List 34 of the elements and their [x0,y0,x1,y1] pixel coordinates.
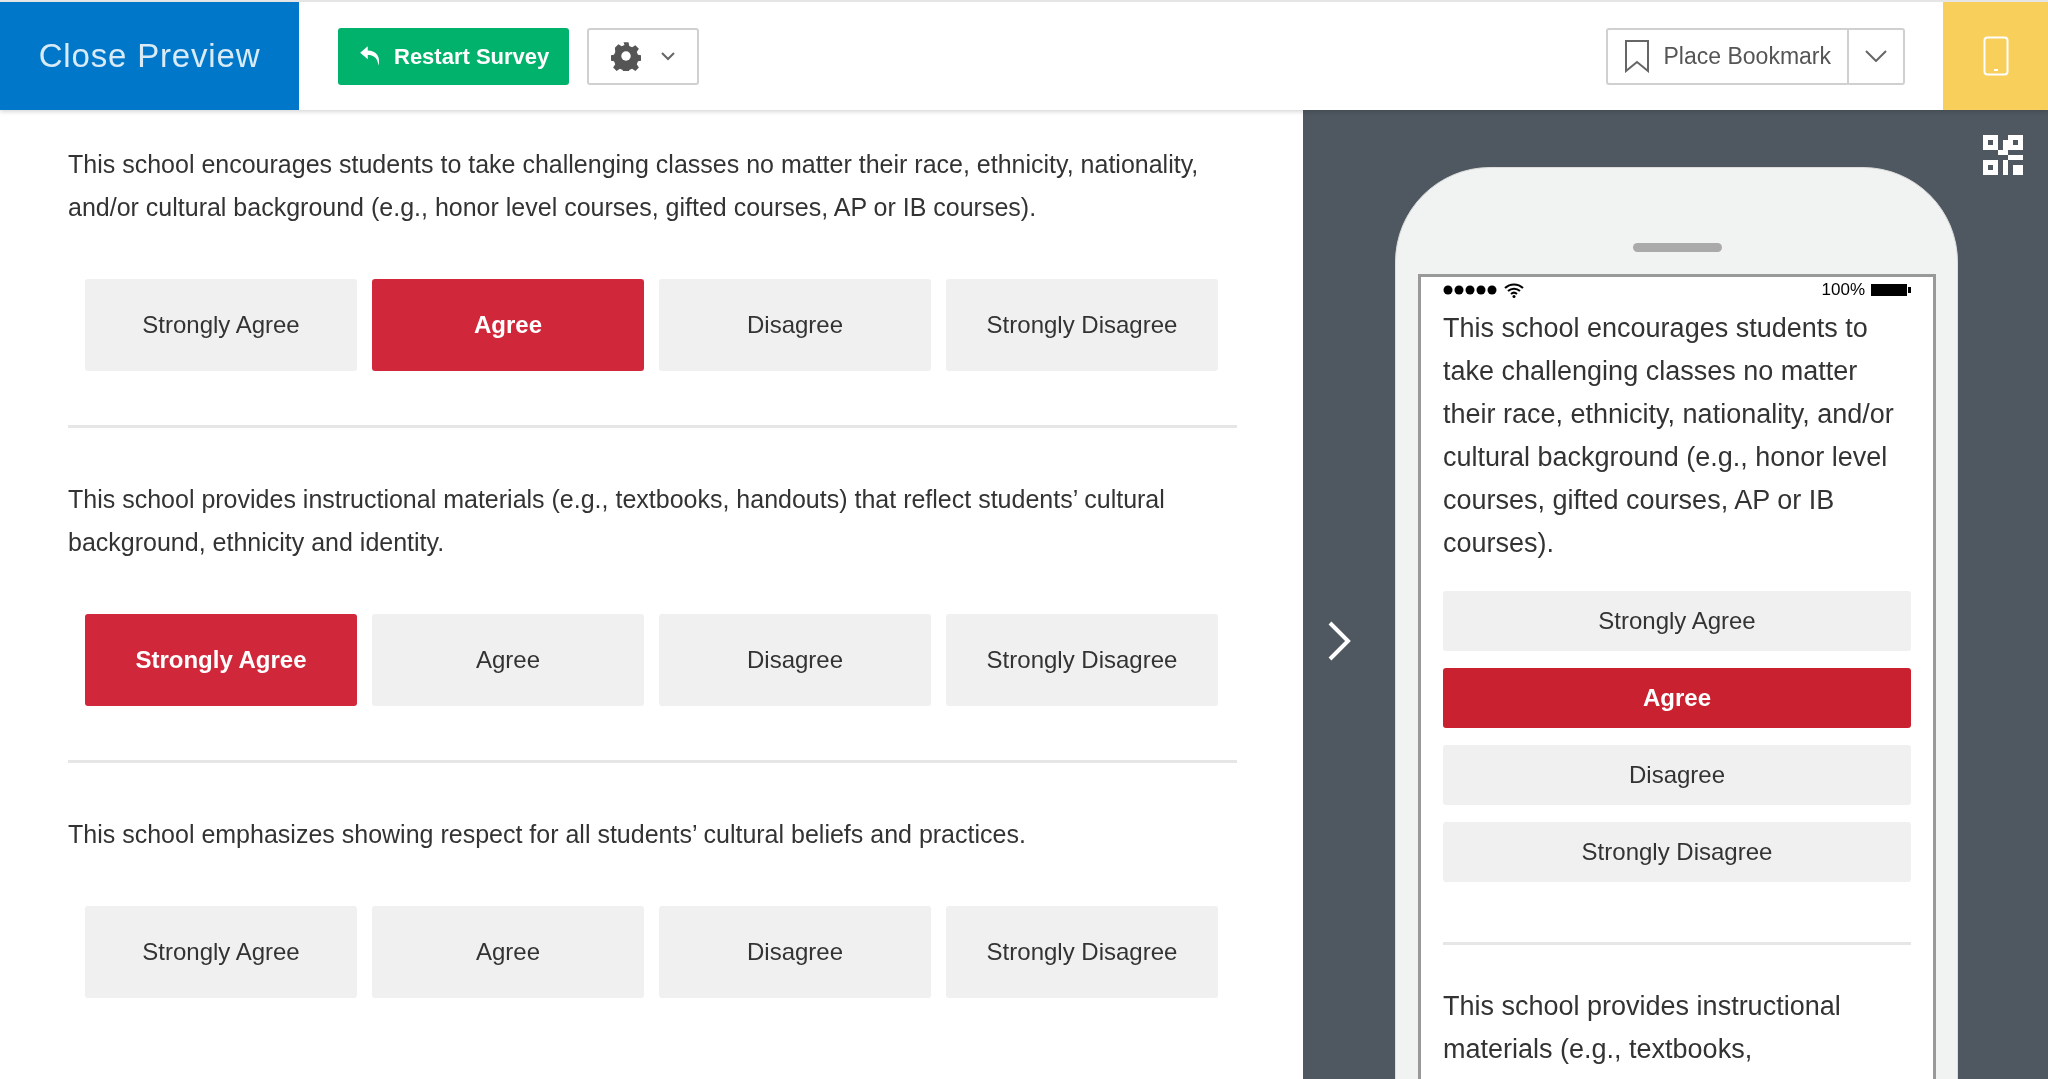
question-text: This school provides instructional materials (e.g., textbooks, handouts) that reflect students’ cultural background, ethnicity and identity. [68,484,1166,558]
answer-option[interactable]: Strongly Agree [85,614,357,706]
qr-code-icon [1983,135,2023,175]
answer-option[interactable]: Agree [372,614,644,706]
question-text: This school emphasizes showing respect for all students’ cultural beliefs and practices. [68,819,1027,850]
answer-option[interactable]: Strongly Agree [1443,591,1911,651]
answer-option[interactable]: Strongly Agree [85,906,357,998]
question-text: This school provides instructional materials (e.g., textbooks, [1443,990,1842,1066]
chevron-right-icon[interactable] [1327,620,1351,662]
answer-option[interactable]: Agree [372,279,644,371]
question-text: This school encourages students to take challenging classes no matter their race, ethnicity, nationality, and/or cultural background (e.g., honor level courses, gifted courses, AP or IB courses). [1443,312,1895,560]
battery-icon [1871,284,1911,296]
answer-option[interactable]: Agree [1443,668,1911,728]
settings-dropdown[interactable] [587,27,700,85]
tablet-icon [1982,36,2009,76]
answer-option[interactable]: Disagree [659,614,931,706]
mobile-view-toggle[interactable] [1943,2,2048,110]
answer-option[interactable]: Disagree [659,906,931,998]
settings-icon [611,41,642,71]
bookmark-icon [1623,39,1650,73]
chevron-down-icon [1865,50,1887,62]
answer-option[interactable]: Strongly Disagree [946,279,1218,371]
close-preview-button[interactable]: Close Preview [0,2,299,110]
answer-option[interactable]: Disagree [1443,745,1911,805]
answer-option[interactable]: Strongly Agree [85,279,357,371]
answer-option[interactable]: Strongly Disagree [946,906,1218,998]
answer-option[interactable]: Strongly Disagree [946,614,1218,706]
chevron-down-icon [661,51,676,61]
answer-option[interactable]: Disagree [659,279,931,371]
battery-percentage: 100% [1821,279,1865,302]
question-text: This school encourages students to take challenging classes no matter their race, ethnicity, nationality, and/or cultural background (e.g., honor level courses, gifted courses, AP or IB courses). [68,149,1200,223]
wifi-icon [1504,282,1524,298]
answer-option[interactable]: Agree [372,906,644,998]
answer-option[interactable]: Strongly Disagree [1443,822,1911,882]
